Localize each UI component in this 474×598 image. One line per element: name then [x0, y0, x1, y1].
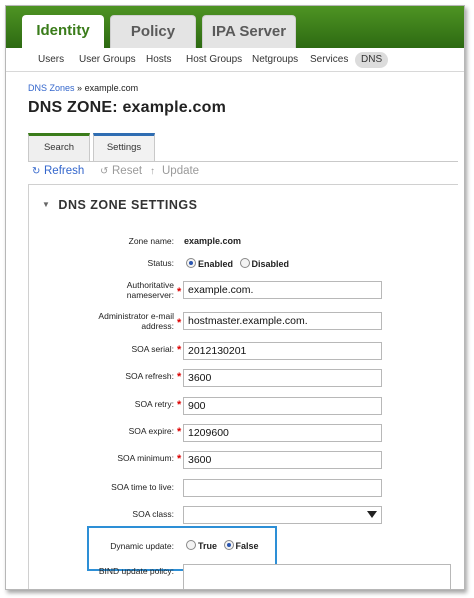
section-title: DNS ZONE SETTINGS — [58, 198, 198, 212]
soa-serial-input[interactable]: 2012130201 — [183, 342, 382, 360]
subnav-host-groups[interactable]: Host Groups — [186, 52, 242, 68]
sub-navigation: Users User Groups Hosts Host Groups Netg… — [6, 48, 464, 72]
status-disabled-radio[interactable] — [239, 258, 250, 268]
status-disabled-label: Disabled — [251, 259, 290, 269]
page-title: DNS ZONE: example.com — [28, 99, 227, 116]
subnav-services[interactable]: Services — [310, 52, 348, 68]
facet-tab-settings[interactable]: Settings — [93, 133, 155, 161]
status-enabled-radio[interactable] — [186, 258, 196, 268]
soa-refresh-input[interactable]: 3600 — [183, 369, 382, 387]
reset-button[interactable]: ↺ Reset — [100, 165, 142, 177]
auth-nameserver-input[interactable]: example.com. — [183, 281, 382, 299]
subnav-hosts[interactable]: Hosts — [146, 52, 172, 68]
admin-email-label: Administrator e-mail address: — [44, 311, 174, 331]
refresh-icon: ↻ — [32, 166, 41, 177]
tab-identity[interactable]: Identity — [22, 15, 104, 48]
soa-minimum-input[interactable]: 3600 — [183, 451, 382, 469]
update-label: Update — [162, 165, 200, 177]
required-marker: * — [177, 399, 182, 411]
tab-policy[interactable]: Policy — [110, 15, 196, 48]
auth-nameserver-label: Authoritative nameserver: — [44, 280, 174, 300]
required-marker: * — [177, 286, 182, 298]
auth-nameserver-label-line1: Authoritative — [126, 280, 174, 290]
required-marker: * — [177, 344, 182, 356]
required-marker: * — [177, 453, 182, 465]
reset-icon: ↺ — [100, 166, 109, 177]
bind-policy-label: BIND update policy: — [98, 566, 174, 576]
soa-serial-label: SOA serial: — [131, 344, 174, 354]
zone-name-value: example.com — [184, 236, 242, 246]
chevron-down-icon — [367, 511, 377, 518]
auth-nameserver-label-line2: nameserver: — [126, 290, 174, 300]
top-navigation: Identity Policy IPA Server — [6, 6, 464, 48]
breadcrumb-separator: » — [77, 83, 83, 93]
action-bar-divider — [28, 184, 458, 185]
admin-email-label-line2: address: — [141, 321, 174, 331]
collapse-triangle-icon[interactable]: ▼ — [42, 200, 50, 209]
subnav-dns[interactable]: DNS — [355, 52, 389, 68]
admin-email-input[interactable]: hostmaster.example.com. — [183, 312, 382, 330]
update-icon: ↑ — [150, 166, 155, 177]
required-marker: * — [177, 426, 182, 438]
zone-name-label: Zone name: — [128, 236, 174, 246]
soa-refresh-label: SOA refresh: — [125, 371, 174, 381]
soa-class-label: SOA class: — [132, 509, 174, 519]
update-button[interactable]: ↑ Update — [150, 165, 199, 177]
app-window: Identity Policy IPA Server Users User Gr… — [5, 5, 465, 590]
required-marker: * — [177, 371, 182, 383]
soa-ttl-input[interactable] — [183, 479, 382, 497]
breadcrumb-dns-zones-link[interactable]: DNS Zones — [28, 83, 75, 93]
soa-retry-label: SOA retry: — [134, 399, 174, 409]
facet-divider — [28, 161, 458, 162]
status-label: Status: — [147, 258, 174, 268]
subnav-netgroups[interactable]: Netgroups — [252, 52, 298, 68]
soa-retry-input[interactable]: 900 — [183, 397, 382, 415]
soa-expire-label: SOA expire: — [128, 426, 174, 436]
bind-policy-textarea[interactable] — [183, 564, 451, 589]
soa-ttl-label: SOA time to live: — [111, 482, 174, 492]
section-header[interactable]: ▼ DNS ZONE SETTINGS — [42, 198, 198, 212]
refresh-label: Refresh — [44, 165, 85, 177]
soa-minimum-label: SOA minimum: — [117, 453, 174, 463]
required-marker: * — [177, 317, 182, 329]
tab-ipa-server[interactable]: IPA Server — [202, 15, 296, 48]
status-radio-group: Enabled Disabled — [186, 258, 289, 269]
subnav-users[interactable]: Users — [38, 52, 64, 68]
refresh-button[interactable]: ↻ Refresh — [32, 165, 84, 177]
soa-expire-input[interactable]: 1209600 — [183, 424, 382, 442]
breadcrumb: DNS Zones » example.com — [28, 83, 138, 93]
facet-tab-search[interactable]: Search — [28, 133, 90, 161]
subnav-user-groups[interactable]: User Groups — [79, 52, 136, 68]
soa-class-select[interactable] — [183, 506, 382, 524]
status-enabled-label: Enabled — [198, 259, 234, 269]
breadcrumb-current: example.com — [84, 83, 139, 93]
content-border — [28, 184, 29, 589]
admin-email-label-line1: Administrator e-mail — [98, 311, 174, 321]
reset-label: Reset — [112, 165, 143, 177]
